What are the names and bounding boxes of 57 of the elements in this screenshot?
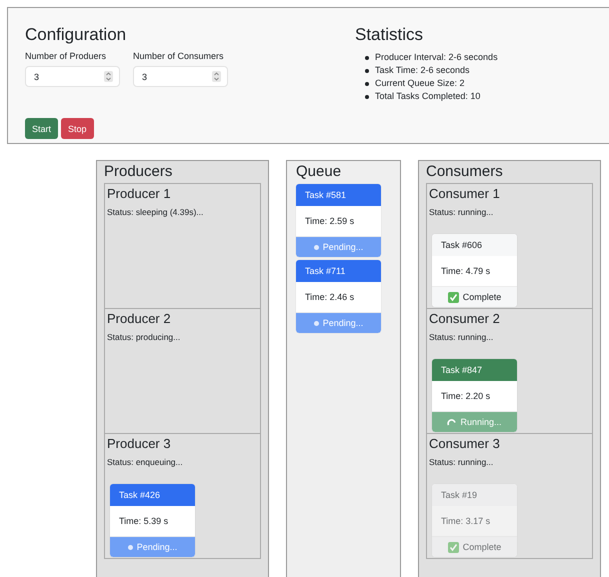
worker-title: Producer 3: [107, 436, 172, 451]
task-title: Task #847: [432, 359, 517, 381]
task-status: Pending...: [110, 537, 195, 557]
task-time: Time: 2.46 s: [305, 292, 354, 302]
task-title: Task #711: [296, 260, 381, 282]
start-button[interactable]: Start: [25, 118, 58, 139]
task-time: Time: 5.39 s: [119, 516, 168, 526]
worker-title: Consumer 2: [429, 311, 501, 326]
bullet-icon: [365, 94, 369, 98]
status-text: Status: running...: [429, 457, 494, 467]
field-label: Number of Consumers: [133, 51, 225, 61]
task-title: Task #606: [432, 234, 517, 256]
dot-icon: [128, 544, 133, 550]
task-title: Task #19: [432, 484, 517, 506]
status-text: Status: enqueuing...: [107, 457, 184, 467]
column-title: Producers: [104, 163, 174, 180]
bullet-icon: [365, 68, 369, 72]
dot-icon: [314, 244, 319, 250]
stat-item: Total Tasks Completed: 10: [375, 90, 480, 103]
task-time: Time: 2.59 s: [305, 216, 354, 226]
task-time: Time: 2.20 s: [441, 391, 490, 401]
status-text: Status: sleeping (4.39s)...: [107, 207, 204, 217]
bullet-icon: [365, 82, 369, 86]
task-status: Complete: [432, 537, 517, 557]
task-title: Task #581: [296, 184, 381, 206]
task-status: Complete: [432, 287, 517, 307]
stat-item: Producer Interval: 2-6 seconds: [375, 51, 498, 64]
task-status: Pending...: [296, 237, 381, 257]
section-title: Statistics: [355, 25, 424, 45]
field-label: Number of Produers: [25, 51, 108, 61]
worker-title: Consumer 3: [429, 436, 501, 451]
task-time: Time: 4.79 s: [441, 266, 490, 276]
stat-item: Task Time: 2-6 seconds: [375, 64, 470, 77]
status-text: Status: producing...: [107, 332, 182, 342]
stat-item: Current Queue Size: 2: [375, 77, 465, 90]
status-text: Status: running...: [429, 207, 494, 217]
spinner-icon[interactable]: [104, 71, 113, 82]
worker-title: Producer 2: [107, 311, 172, 326]
task-status: Running...: [432, 412, 517, 432]
spinner-icon: [447, 418, 456, 426]
dot-icon: [314, 320, 319, 326]
worker-title: Consumer 1: [429, 186, 501, 201]
bullet-icon: [365, 56, 369, 60]
worker-title: Producer 1: [107, 186, 172, 201]
task-status: Pending...: [296, 313, 381, 333]
column-title: Consumers: [426, 163, 504, 180]
status-text: Status: running...: [429, 332, 494, 342]
number-field[interactable]: 3: [133, 66, 228, 87]
check-icon: [448, 292, 459, 302]
check-icon: [448, 542, 459, 552]
number-field[interactable]: 3: [25, 66, 120, 87]
section-title: Configuration: [25, 25, 128, 45]
spinner-icon[interactable]: [212, 71, 221, 82]
task-time: Time: 3.17 s: [441, 516, 490, 526]
task-title: Task #426: [110, 484, 195, 506]
column-title: Queue: [296, 163, 342, 180]
stop-button[interactable]: Stop: [61, 118, 94, 139]
